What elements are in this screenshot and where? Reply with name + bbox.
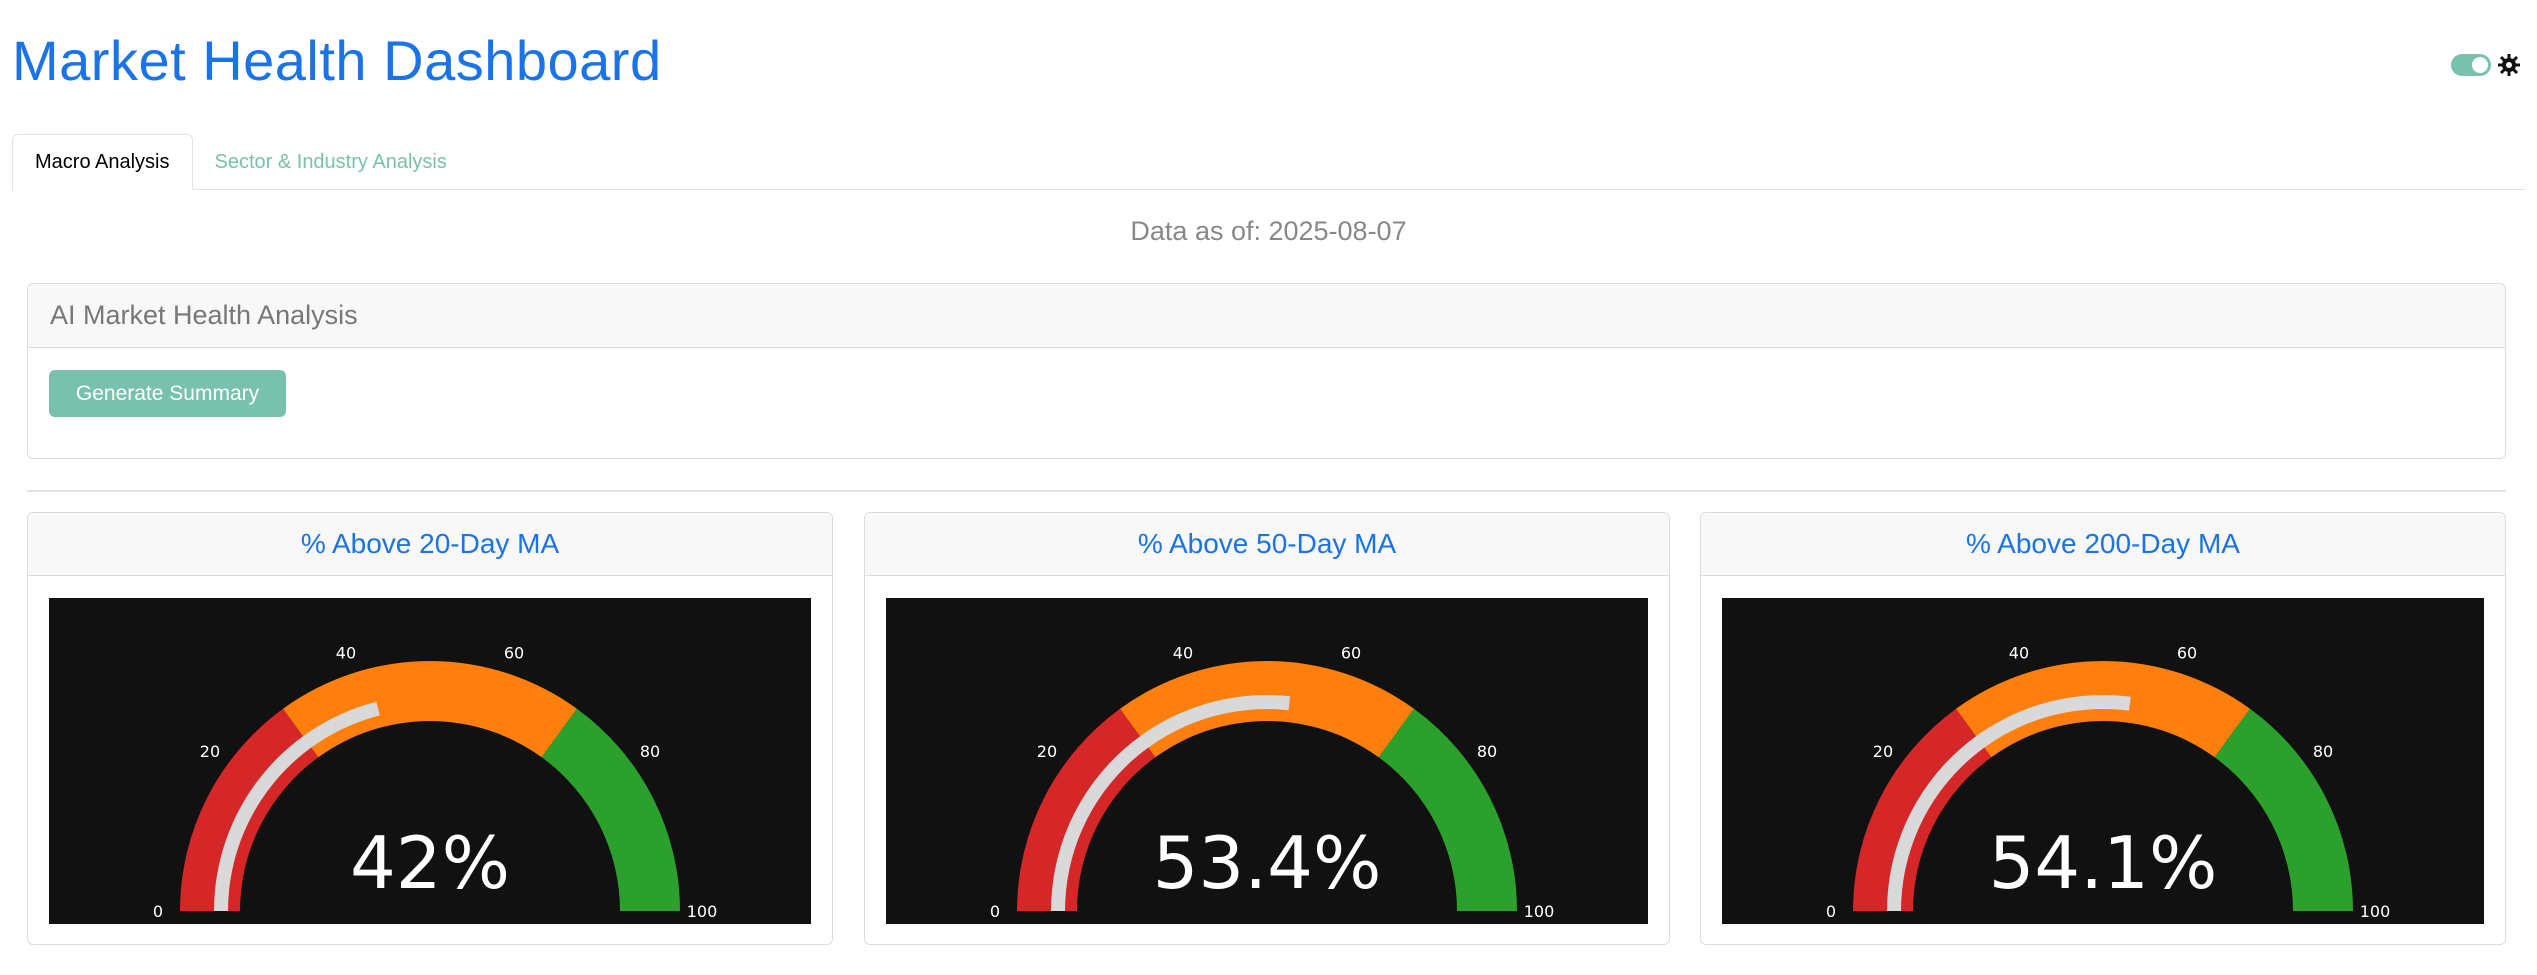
gear-icon bbox=[2498, 54, 2520, 76]
gauge-card-200-day: % Above 200-Day MA 0 20 40 60 80 100 54.1% bbox=[1700, 512, 2506, 945]
gauge-title: % Above 20-Day MA bbox=[28, 513, 832, 576]
gauge-tick-label: 20 bbox=[1037, 742, 1057, 761]
gauge-step-band bbox=[1378, 708, 1517, 911]
tab-sector-industry-analysis[interactable]: Sector & Industry Analysis bbox=[193, 134, 469, 190]
gauge-title: % Above 200-Day MA bbox=[1701, 513, 2505, 576]
page-title: Market Health Dashboard bbox=[12, 29, 662, 92]
gauge-step-band bbox=[283, 661, 577, 758]
gauge-plot: 0 20 40 60 80 100 53.4% bbox=[886, 598, 1648, 924]
gauge-step-band bbox=[2214, 708, 2353, 911]
gauge-plot: 0 20 40 60 80 100 54.1% bbox=[1722, 598, 2484, 924]
gauge-tick-label: 100 bbox=[687, 902, 718, 921]
divider bbox=[27, 490, 2506, 492]
gauge-step-band bbox=[541, 708, 680, 911]
ai-analysis-title: AI Market Health Analysis bbox=[28, 284, 2505, 348]
gauge-tick-label: 60 bbox=[1341, 643, 1361, 662]
generate-summary-button[interactable]: Generate Summary bbox=[49, 370, 286, 417]
gauge-title: % Above 50-Day MA bbox=[865, 513, 1669, 576]
gauge-value-label: 53.4% bbox=[1153, 821, 1382, 905]
gauge-card-50-day: % Above 50-Day MA 0 20 40 60 80 100 53.4% bbox=[864, 512, 1670, 945]
gauge-tick-label: 60 bbox=[504, 643, 524, 662]
gauge-step-band bbox=[1120, 661, 1414, 758]
gauge-tick-label: 20 bbox=[200, 742, 220, 761]
gauge-tick-label: 80 bbox=[2313, 742, 2333, 761]
tab-macro-analysis[interactable]: Macro Analysis bbox=[12, 134, 193, 190]
gauge-tick-label: 0 bbox=[153, 902, 163, 921]
gauge-value-label: 54.1% bbox=[1989, 821, 2218, 905]
gauge-step-band bbox=[1956, 661, 2250, 758]
tab-bar: Macro Analysis Sector & Industry Analysi… bbox=[12, 134, 2525, 190]
gauge-tick-label: 100 bbox=[2360, 902, 2391, 921]
gauge-tick-label: 40 bbox=[1173, 643, 1193, 662]
gauge-tick-label: 60 bbox=[2177, 643, 2197, 662]
gauge-tick-label: 40 bbox=[336, 643, 356, 662]
gauge-tick-label: 80 bbox=[640, 742, 660, 761]
gauge-plot: 0 20 40 60 80 100 42% bbox=[49, 598, 811, 924]
moon-icon bbox=[2428, 56, 2438, 74]
gauge-tick-label: 0 bbox=[990, 902, 1000, 921]
gauge-card-20-day: % Above 20-Day MA 0 20 40 60 80 100 42% bbox=[27, 512, 833, 945]
theme-switch[interactable] bbox=[2451, 54, 2491, 76]
gauge-tick-label: 40 bbox=[2009, 643, 2029, 662]
gauge-tick-label: 80 bbox=[1477, 742, 1497, 761]
gauge-tick-label: 0 bbox=[1826, 902, 1836, 921]
gauge-value-label: 42% bbox=[350, 821, 510, 905]
theme-toggle[interactable] bbox=[2425, 50, 2525, 80]
data-as-of-text: Data as of: 2025-08-07 bbox=[1130, 216, 1407, 246]
gauge-tick-label: 20 bbox=[1873, 742, 1893, 761]
gauge-tick-label: 100 bbox=[1524, 902, 1555, 921]
ai-analysis-card: AI Market Health Analysis Generate Summa… bbox=[27, 283, 2506, 459]
